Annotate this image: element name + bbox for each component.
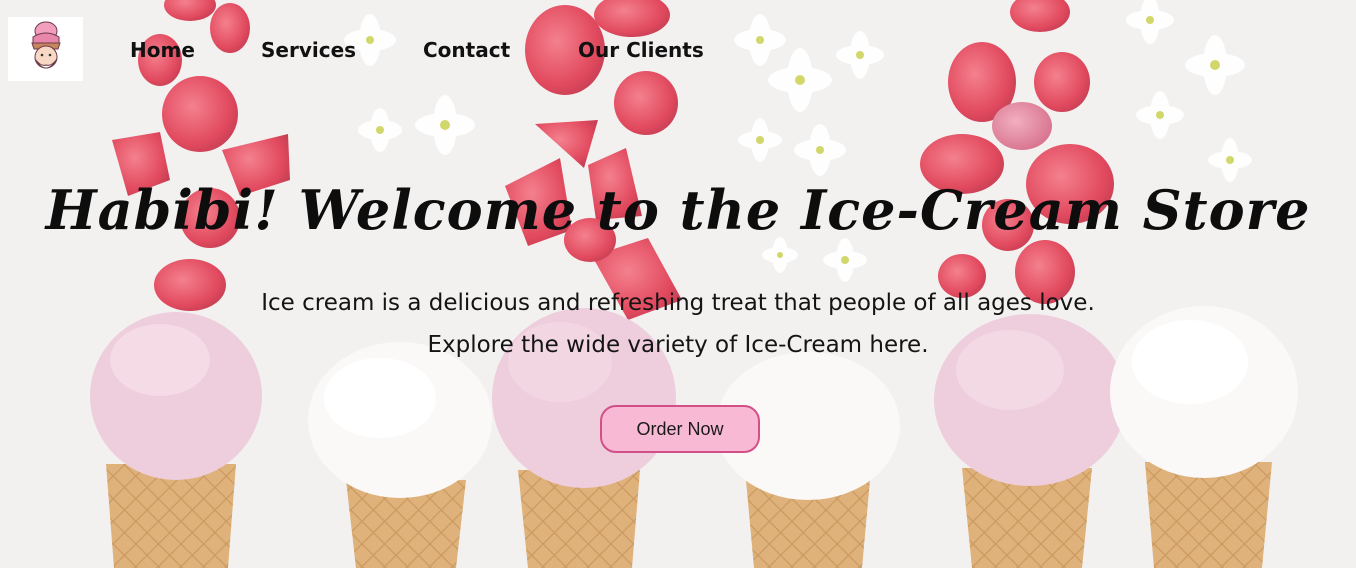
brand-logo[interactable] <box>8 17 83 81</box>
nav-our-clients-link[interactable]: Our Clients <box>578 38 704 62</box>
hero-background-image <box>0 0 1356 568</box>
nav-home-link[interactable]: Home <box>130 38 195 62</box>
hero-subtitle-line-2: Explore the wide variety of Ice-Cream he… <box>427 332 929 358</box>
nav-contact-link[interactable]: Contact <box>423 38 510 62</box>
hero-title: Habibi! Welcome to the Ice-Cream Store <box>45 178 1311 242</box>
order-now-button[interactable]: Order Now <box>600 405 760 453</box>
nav-services-link[interactable]: Services <box>261 38 356 62</box>
ice-cream-mascot-icon <box>30 21 61 69</box>
hero-subtitle-line-1: Ice cream is a delicious and refreshing … <box>261 290 1095 316</box>
